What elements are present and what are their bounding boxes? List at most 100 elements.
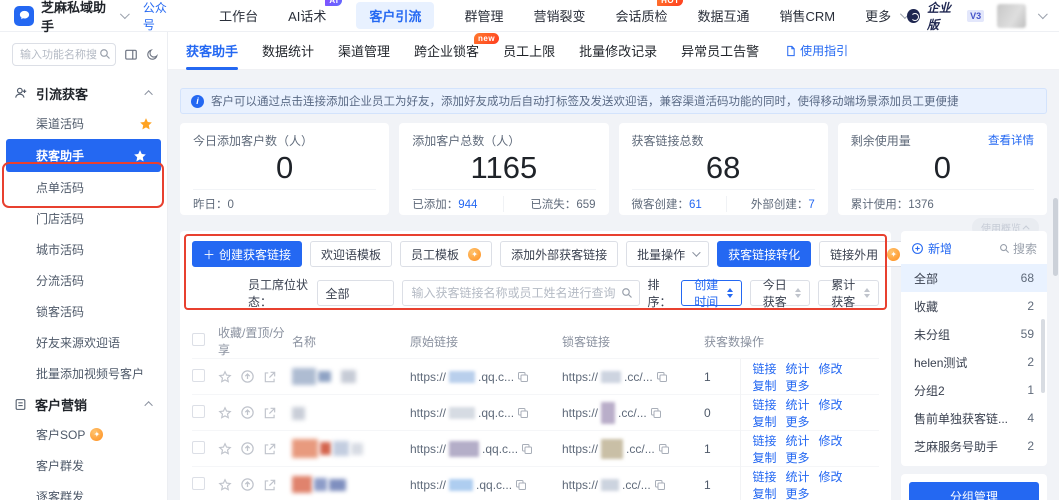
action-copy[interactable]: 复制 (753, 415, 777, 429)
account-type-link[interactable]: 公众号 (143, 0, 177, 33)
sidebar-item-order-code[interactable]: 点单活码 (0, 172, 167, 203)
sort-by-create-time[interactable]: 创建时间 (681, 280, 742, 306)
group-search-button[interactable]: 搜索 (999, 240, 1037, 257)
copy-icon[interactable] (517, 407, 529, 419)
nav-workbench[interactable]: 工作台 (219, 2, 258, 29)
group-item-helen-test[interactable]: helen测试2 (901, 348, 1047, 376)
action-more[interactable]: 更多 (786, 451, 810, 465)
group-item-group2[interactable]: 分组21 (901, 376, 1047, 404)
nav-chat-inspection[interactable]: 会话质检 HOT (615, 2, 667, 29)
sidebar-item-batch-add-video[interactable]: 批量添加视频号客户 (0, 358, 167, 389)
pin-top-icon[interactable] (240, 405, 255, 420)
sidebar-section-acquisition[interactable]: 引流获客 (0, 78, 167, 108)
action-stats[interactable]: 统计 (786, 470, 810, 484)
copy-icon[interactable] (515, 479, 527, 491)
added-count-link[interactable]: 944 (458, 199, 477, 211)
action-stats[interactable]: 统计 (786, 398, 810, 412)
nav-data-interop[interactable]: 数据互通 (697, 2, 749, 29)
action-modify[interactable]: 修改 (819, 434, 843, 448)
tab-data-statistics[interactable]: 数据统计 (262, 31, 314, 70)
external-created-link[interactable]: 7 (808, 199, 814, 211)
staff-template-button[interactable]: 员工模板✦ (400, 241, 492, 267)
pin-top-icon[interactable] (240, 441, 255, 456)
group-item-ungrouped[interactable]: 未分组59 (901, 320, 1047, 348)
link-search-input[interactable] (402, 280, 640, 306)
action-modify[interactable]: 修改 (819, 398, 843, 412)
group-item-presale-links[interactable]: 售前单独获客链...4 (901, 404, 1047, 432)
nav-sales-crm[interactable]: 销售CRM (780, 2, 836, 29)
brand-chevron-down-icon[interactable] (120, 9, 130, 19)
action-more[interactable]: 更多 (786, 487, 810, 500)
page-scrollbar[interactable] (1053, 198, 1058, 276)
select-all-checkbox[interactable] (192, 333, 205, 346)
dark-mode-moon-icon[interactable] (146, 48, 159, 61)
star-icon[interactable] (218, 442, 232, 456)
action-more[interactable]: 更多 (786, 379, 810, 393)
share-icon[interactable] (263, 442, 277, 456)
collapse-panel-icon[interactable] (124, 48, 138, 62)
sort-by-today-customers[interactable]: 今日获客 (750, 280, 811, 306)
group-item-favorites[interactable]: 收藏2 (901, 292, 1047, 320)
copy-icon[interactable] (654, 479, 666, 491)
action-link[interactable]: 链接 (753, 398, 777, 412)
nav-ai-script[interactable]: AI话术 AI (288, 2, 326, 29)
sidebar-item-channel-code[interactable]: 渠道活码 (0, 108, 167, 139)
sidebar-item-lock-code[interactable]: 锁客活码 (0, 296, 167, 327)
copy-icon[interactable] (650, 407, 662, 419)
star-filled-icon[interactable] (139, 117, 153, 131)
sidebar-item-store-code[interactable]: 门店活码 (0, 203, 167, 234)
group-manage-button[interactable]: 分组管理 (909, 482, 1039, 500)
sidebar-item-friend-source-welcome[interactable]: 好友来源欢迎语 (0, 327, 167, 358)
link-conversion-button[interactable]: 获客链接转化 (717, 241, 811, 267)
row-checkbox[interactable] (192, 369, 205, 382)
sidebar-section-marketing[interactable]: 客户营销 (0, 389, 167, 419)
action-link[interactable]: 链接 (753, 470, 777, 484)
action-link[interactable]: 链接 (753, 434, 777, 448)
create-link-button[interactable]: ＋创建获客链接 (192, 241, 302, 267)
star-icon[interactable] (218, 370, 232, 384)
tab-acquisition-assistant[interactable]: 获客助手 (186, 31, 238, 70)
group-item-service-assistant[interactable]: 芝麻服务号助手2 (901, 432, 1047, 460)
tab-staff-limit[interactable]: 员工上限 (503, 31, 555, 70)
copy-icon[interactable] (656, 371, 668, 383)
star-filled-white-icon[interactable] (133, 149, 147, 163)
nav-marketing-fission[interactable]: 营销裂变 (533, 2, 585, 29)
action-link[interactable]: 链接 (753, 362, 777, 376)
sort-by-total-customers[interactable]: 累计获客 (818, 280, 879, 306)
row-checkbox[interactable] (192, 441, 205, 454)
sidebar-item-acquisition-assistant[interactable]: 获客助手 (6, 139, 161, 172)
action-more[interactable]: 更多 (786, 415, 810, 429)
share-icon[interactable] (263, 478, 277, 492)
welcome-template-button[interactable]: 欢迎语模板 (310, 241, 392, 267)
row-checkbox[interactable] (192, 477, 205, 490)
group-item-all[interactable]: 全部68 (901, 264, 1047, 292)
add-external-link-button[interactable]: 添加外部获客链接 (500, 241, 618, 267)
nav-group-management[interactable]: 群管理 (464, 2, 503, 29)
tab-cross-enterprise-lock[interactable]: 跨企业锁客 new (414, 31, 479, 70)
row-checkbox[interactable] (192, 405, 205, 418)
tab-abnormal-staff-alert[interactable]: 异常员工告警 (681, 31, 759, 70)
user-avatar[interactable] (997, 4, 1026, 28)
copy-icon[interactable] (521, 443, 533, 455)
external-use-button[interactable]: 链接外用✦ (819, 241, 911, 267)
action-copy[interactable]: 复制 (753, 379, 777, 393)
star-icon[interactable] (218, 406, 232, 420)
action-copy[interactable]: 复制 (753, 487, 777, 500)
nav-customer-acquisition[interactable]: 客户引流 (356, 2, 434, 29)
group-list-scrollbar[interactable] (1041, 319, 1045, 393)
add-group-button[interactable]: 新增 (911, 240, 952, 257)
pin-top-icon[interactable] (240, 477, 255, 492)
action-modify[interactable]: 修改 (819, 362, 843, 376)
sidebar-item-per-customer-broadcast[interactable]: 逐客群发 (0, 481, 167, 500)
usage-guide-link[interactable]: 使用指引 (785, 42, 848, 59)
copy-icon[interactable] (517, 371, 529, 383)
nav-more[interactable]: 更多 (865, 2, 907, 29)
view-details-link[interactable]: 查看详情 (988, 132, 1034, 149)
pin-top-icon[interactable] (240, 369, 255, 384)
app-logo[interactable] (14, 6, 34, 26)
action-modify[interactable]: 修改 (819, 470, 843, 484)
action-stats[interactable]: 统计 (786, 434, 810, 448)
account-chevron-down-icon[interactable] (1038, 9, 1048, 19)
sidebar-item-split-code[interactable]: 分流活码 (0, 265, 167, 296)
share-icon[interactable] (263, 406, 277, 420)
